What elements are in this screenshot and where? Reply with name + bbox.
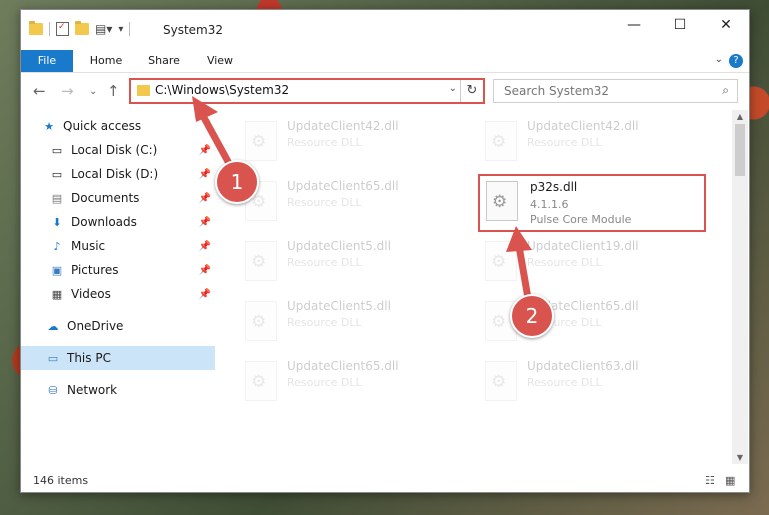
callout-1-badge: 1 — [215, 160, 259, 204]
callout-2-badge: 2 — [510, 294, 554, 338]
arrow-2-head — [506, 226, 532, 252]
annotation-arrows — [192, 96, 533, 308]
